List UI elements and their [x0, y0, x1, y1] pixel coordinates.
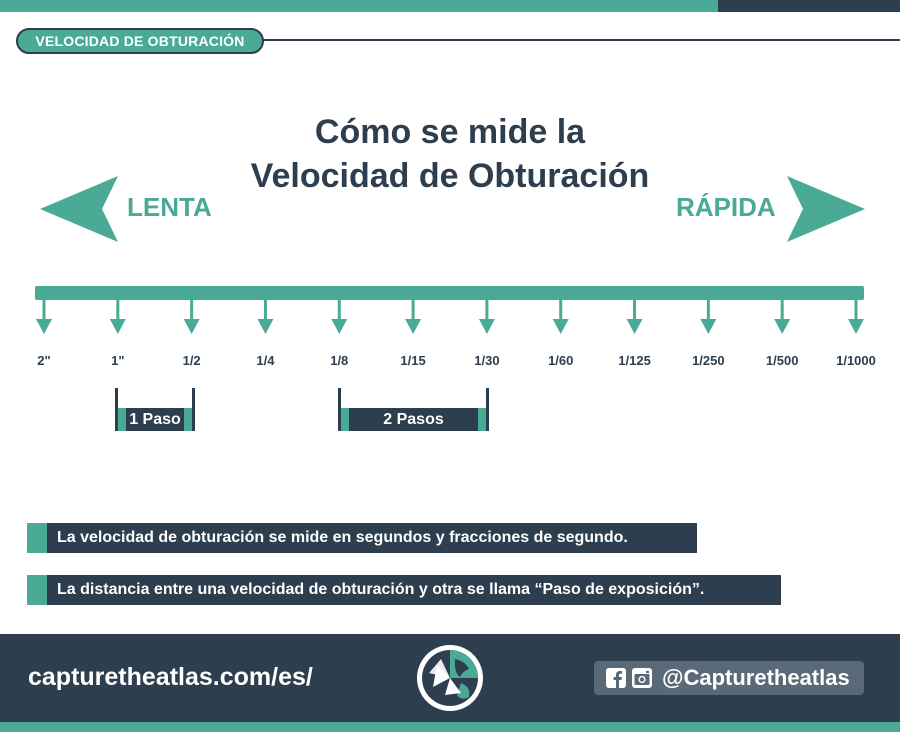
scale-tick-arrow	[183, 319, 200, 334]
scale-tick	[42, 300, 46, 322]
stop-label: 1/4	[256, 353, 275, 368]
scale-tick	[854, 300, 858, 322]
scale-tick-arrow	[331, 319, 348, 334]
scale-tick	[190, 300, 194, 322]
stop-label: 1"	[111, 353, 124, 368]
scale-tick-arrow	[774, 319, 791, 334]
fast-label: RÁPIDA	[676, 192, 776, 222]
page-title: Cómo se mide la Velocidad de Obturación	[150, 110, 750, 198]
stop-label: 1/8	[330, 353, 348, 368]
scale-tick	[706, 300, 710, 322]
scale-tick	[411, 300, 415, 322]
social-handle-box[interactable]: @Capturetheatlas	[594, 661, 864, 695]
stop-label: 2"	[37, 353, 50, 368]
scale-ticks: 2" 1" 1/2 1/4 1/8 1/15 1/30 1/60 1/125 1/250 1/500…	[36, 300, 876, 368]
scale-tick-arrow	[552, 319, 569, 334]
social-handle: @Capturetheatlas	[662, 665, 850, 690]
two-steps-bracket: 2 Pasos	[338, 388, 489, 431]
scale-tick-arrow	[405, 319, 422, 334]
stop-label: 1/250	[692, 353, 725, 368]
stop-label: 1/30	[474, 353, 499, 368]
facebook-icon[interactable]	[606, 668, 626, 688]
note-marker	[27, 523, 47, 553]
capture-the-atlas-logo	[417, 645, 483, 711]
two-steps-label: 2 Pasos	[349, 408, 478, 431]
scale-tick	[116, 300, 120, 322]
stop-label: 1/500	[766, 353, 799, 368]
one-step-label: 1 Paso	[126, 408, 184, 431]
scale-tick-arrow	[700, 319, 717, 334]
stop-label: 1/125	[618, 353, 651, 368]
one-step-bracket: 1 Paso	[115, 388, 195, 431]
note-1: La velocidad de obturación se mide en se…	[27, 523, 697, 553]
stop-label: 1/60	[548, 353, 573, 368]
top-bar-accent	[0, 0, 718, 12]
scale-tick	[485, 300, 489, 322]
scale-tick-arrow	[848, 319, 864, 334]
scale-tick-arrow	[257, 319, 274, 334]
stop-label: 1/2	[183, 353, 201, 368]
stop-label: 1/15	[400, 353, 425, 368]
stop-label: 1/1000	[836, 353, 876, 368]
shutter-speed-scale: 2" 1" 1/2 1/4 1/8 1/15 1/30 1/60 1/125 1/250 1/500…	[35, 286, 876, 368]
scale-tick	[337, 300, 341, 322]
scale-tick-arrow	[478, 319, 495, 334]
scale-tick-arrow	[36, 319, 52, 334]
note-2-text: La distancia entre una velocidad de obtu…	[57, 581, 705, 598]
scale-tick	[780, 300, 784, 322]
scale-tick	[633, 300, 637, 322]
note-marker	[27, 575, 47, 605]
scale-tick-arrow	[626, 319, 643, 334]
scale-tick	[263, 300, 267, 322]
section-label: VELOCIDAD DE OBTURACIÓN	[16, 28, 264, 54]
scale-bar	[35, 286, 864, 300]
title-line-2: Velocidad de Obturación	[250, 157, 650, 195]
scale-tick-arrow	[109, 319, 126, 334]
title-line-1: Cómo se mide la	[314, 113, 586, 151]
scale-tick	[559, 300, 563, 322]
fast-arrow-icon	[787, 176, 865, 242]
slow-arrow-icon	[40, 176, 118, 242]
site-url-link[interactable]: capturetheatlas.com/es/	[28, 660, 313, 694]
note-1-text: La velocidad de obturación se mide en se…	[57, 529, 628, 546]
slow-label: LENTA	[127, 192, 212, 222]
section-divider	[255, 39, 900, 41]
instagram-icon[interactable]	[632, 668, 652, 688]
footer-stripe	[0, 722, 900, 732]
top-bar-dark	[718, 0, 900, 12]
note-2: La distancia entre una velocidad de obtu…	[27, 575, 781, 605]
